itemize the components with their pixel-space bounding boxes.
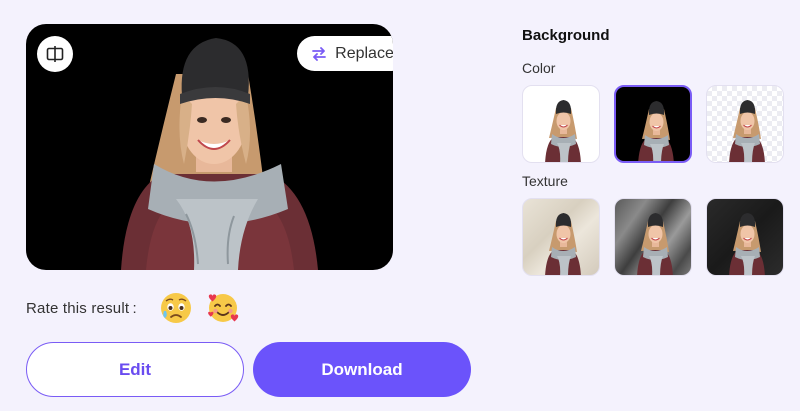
compare-button[interactable] <box>37 36 73 72</box>
rating-label: Rate this result : <box>26 299 137 317</box>
swap-arrows-icon <box>312 46 327 61</box>
texture-section-label: Texture <box>522 173 568 189</box>
rating-row: Rate this result : <box>26 290 240 326</box>
texture-option-dark-fabric[interactable] <box>706 198 784 276</box>
download-button[interactable]: Download <box>253 342 471 397</box>
edit-button[interactable]: Edit <box>26 342 244 397</box>
color-section-label: Color <box>522 60 556 76</box>
tile-portrait-thumbnail <box>545 100 581 162</box>
background-panel-title: Background <box>522 27 610 44</box>
color-option-white[interactable] <box>522 85 600 163</box>
replace-button[interactable]: Replace <box>297 36 393 71</box>
replace-label: Replace <box>335 44 393 62</box>
color-option-black[interactable] <box>614 85 692 163</box>
texture-option-paper[interactable] <box>522 198 600 276</box>
color-option-transparent[interactable] <box>706 85 784 163</box>
sad-sweat-emoji[interactable] <box>159 291 193 325</box>
smiling-hearts-emoji[interactable] <box>206 291 240 325</box>
tile-portrait-thumbnail <box>638 101 674 161</box>
tile-portrait-thumbnail <box>637 213 673 275</box>
compare-split-icon <box>46 46 64 62</box>
texture-option-marble[interactable] <box>614 198 692 276</box>
tile-portrait-thumbnail <box>729 100 765 162</box>
tile-portrait-thumbnail <box>545 213 581 275</box>
tile-portrait-thumbnail <box>729 213 765 275</box>
result-preview: Replace <box>26 24 393 270</box>
